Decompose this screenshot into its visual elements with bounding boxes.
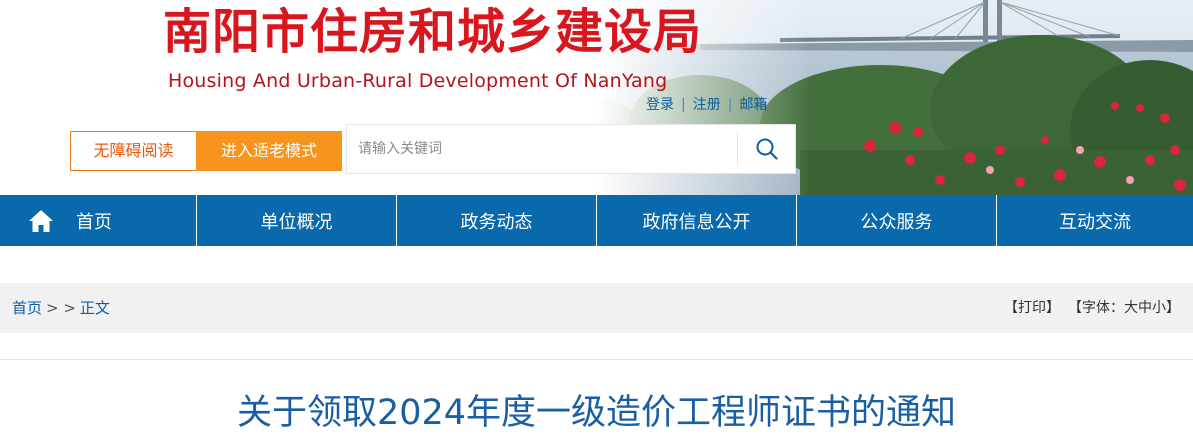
font-size-prefix: 【字体：	[1068, 300, 1124, 316]
nav-item-public-service[interactable]: 公众服务	[797, 195, 997, 246]
mailbox-link[interactable]: 邮箱	[739, 95, 767, 115]
search-box	[346, 124, 796, 174]
breadcrumb-current: 正文	[79, 299, 110, 317]
font-size-large-button[interactable]: 大	[1124, 298, 1138, 318]
breadcrumb-separator: > >	[46, 299, 76, 317]
user-links: 登录 | 注册 | 邮箱	[646, 95, 767, 115]
font-size-suffix: 】	[1166, 300, 1180, 316]
search-button[interactable]	[738, 125, 796, 173]
site-title: 南阳市住房和城乡建设局	[163, 4, 703, 60]
login-link[interactable]: 登录	[646, 95, 674, 115]
home-icon	[28, 209, 54, 233]
page: 南阳市住房和城乡建设局 Housing And Urban-Rural Deve…	[0, 0, 1193, 444]
breadcrumb-home-link[interactable]: 首页	[12, 298, 42, 318]
header-banner: 南阳市住房和城乡建设局 Housing And Urban-Rural Deve…	[0, 0, 1193, 195]
font-size-small-button[interactable]: 小	[1152, 298, 1166, 318]
link-separator: |	[727, 97, 733, 113]
site-subtitle: Housing And Urban-Rural Development Of N…	[168, 70, 668, 92]
article-title: 关于领取2024年度一级造价工程师证书的通知	[236, 393, 957, 433]
nav-item-info-disclosure[interactable]: 政府信息公开	[597, 195, 797, 246]
accessibility-reading-button[interactable]: 无障碍阅读	[70, 131, 197, 171]
register-link[interactable]: 注册	[693, 95, 721, 115]
nav-item-unit-overview[interactable]: 单位概况	[197, 195, 397, 246]
article-tools: 【打印】 【字体：大中小】	[1004, 298, 1180, 318]
elder-mode-button[interactable]: 进入适老模式	[196, 131, 342, 171]
main-nav: 首页 单位概况 政务动态 政府信息公开 公众服务 互动交流	[0, 195, 1193, 246]
breadcrumb: 首页 > > 正文	[12, 298, 110, 318]
nav-label: 首页	[76, 211, 112, 233]
nav-item-government-news[interactable]: 政务动态	[397, 195, 597, 246]
content-divider	[0, 359, 1193, 360]
search-input[interactable]	[347, 125, 735, 173]
nav-item-interaction[interactable]: 互动交流	[997, 195, 1193, 246]
search-icon	[756, 138, 778, 160]
link-separator: |	[681, 97, 686, 113]
breadcrumb-bar: 首页 > > 正文 【打印】 【字体：大中小】	[0, 283, 1193, 333]
print-button[interactable]: 【打印】	[1004, 298, 1060, 318]
font-size-medium-button[interactable]: 中	[1138, 298, 1152, 318]
nav-item-home[interactable]: 首页	[0, 195, 197, 246]
